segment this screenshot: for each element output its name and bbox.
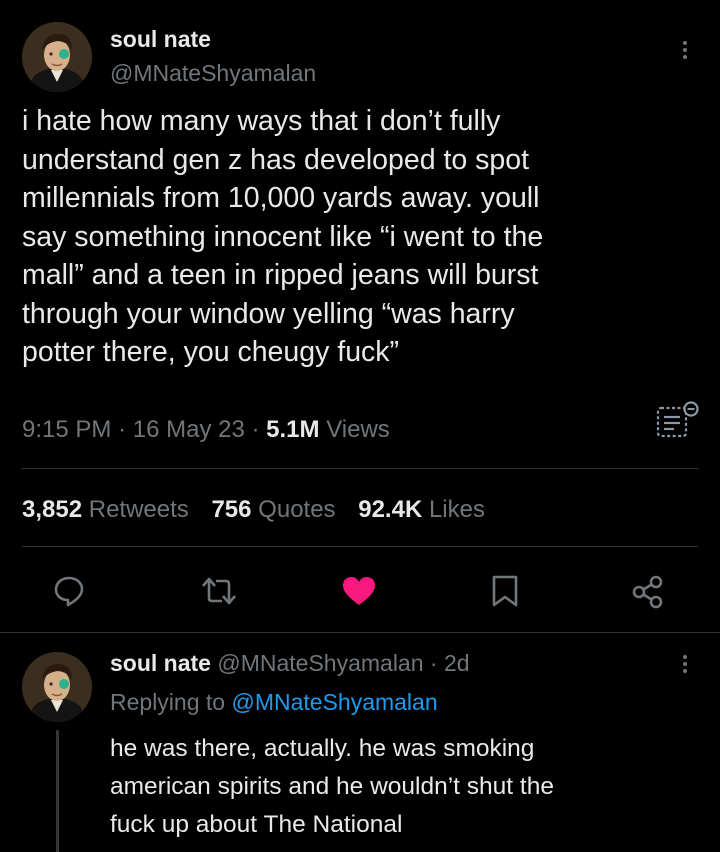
divider — [22, 468, 698, 469]
retweets-stat[interactable]: 3,852 Retweets — [22, 496, 195, 523]
tweet-text-line: i hate how many ways that i don’t fully — [22, 105, 501, 137]
views-label: Views — [326, 416, 390, 443]
tweet-text: i hate how many ways that i don’t fully … — [22, 102, 702, 372]
avatar[interactable] — [22, 22, 92, 92]
reply-text-line: fuck up about The National — [110, 811, 403, 838]
replying-to: Replying to @MNateShyamalan — [110, 689, 438, 716]
handle[interactable]: @MNateShyamalan — [110, 60, 316, 87]
tweet-text-line: potter there, you cheugy fuck” — [22, 336, 400, 368]
quotes-count: 756 — [211, 496, 252, 523]
tweet-time[interactable]: 9:15 PM — [22, 416, 111, 443]
meta-separator: · — [118, 416, 127, 443]
reply-text: he was there, actually. he was smoking a… — [110, 730, 710, 844]
quotes-stat[interactable]: 756 Quotes — [211, 496, 342, 523]
reply-icon[interactable] — [52, 574, 86, 608]
views-count: 5.1M — [266, 416, 320, 443]
heart-icon[interactable] — [340, 574, 378, 608]
likes-label: Likes — [428, 496, 485, 523]
more-vertical-icon[interactable] — [675, 652, 695, 676]
replying-to-handle[interactable]: @MNateShyamalan — [231, 689, 437, 715]
reply-separator: · — [429, 650, 438, 676]
likes-stat[interactable]: 92.4K Likes — [358, 496, 485, 523]
reply-avatar[interactable] — [22, 652, 92, 722]
quotes-label: Quotes — [258, 496, 336, 523]
tweet-stats: 3,852 Retweets 756 Quotes 92.4K Likes — [22, 496, 485, 524]
tweet-text-line: understand gen z has developed to spot — [22, 143, 530, 176]
thread-line — [56, 730, 59, 852]
retweets-count: 3,852 — [22, 496, 83, 523]
meta-separator: · — [251, 416, 260, 443]
reply-age[interactable]: 2d — [444, 650, 470, 676]
analytics-icon[interactable] — [656, 400, 700, 445]
tweet-text-line: millennials from 10,000 yards away. youl… — [22, 182, 540, 214]
reply-text-line: american spirits and he wouldn’t shut th… — [110, 773, 554, 800]
reply-handle[interactable]: @MNateShyamalan — [217, 650, 423, 676]
share-icon[interactable] — [630, 574, 666, 610]
likes-count: 92.4K — [358, 496, 423, 523]
tweet-date[interactable]: 16 May 23 — [133, 416, 245, 443]
tweet-meta: 9:15 PM · 16 May 23 · 5.1M Views — [22, 416, 390, 444]
reply-text-line: he was there, actually. he was smoking — [110, 735, 535, 762]
bookmark-icon[interactable] — [490, 574, 520, 608]
reply-display-name[interactable]: soul nate — [110, 650, 211, 676]
more-vertical-icon[interactable] — [675, 38, 695, 62]
tweet-text-line: say something innocent like “i went to t… — [22, 220, 544, 253]
reply-header: soul nate @MNateShyamalan · 2d — [110, 650, 470, 677]
tweet-text-line: through your window yelling “was harry — [22, 297, 515, 330]
replying-to-label: Replying to — [110, 689, 226, 715]
tweet-text-line: mall” and a teen in ripped jeans will bu… — [22, 259, 539, 291]
section-divider — [0, 632, 720, 633]
retweets-label: Retweets — [88, 496, 189, 523]
divider — [22, 546, 698, 547]
display-name[interactable]: soul nate — [110, 26, 211, 53]
retweet-icon[interactable] — [200, 574, 238, 608]
